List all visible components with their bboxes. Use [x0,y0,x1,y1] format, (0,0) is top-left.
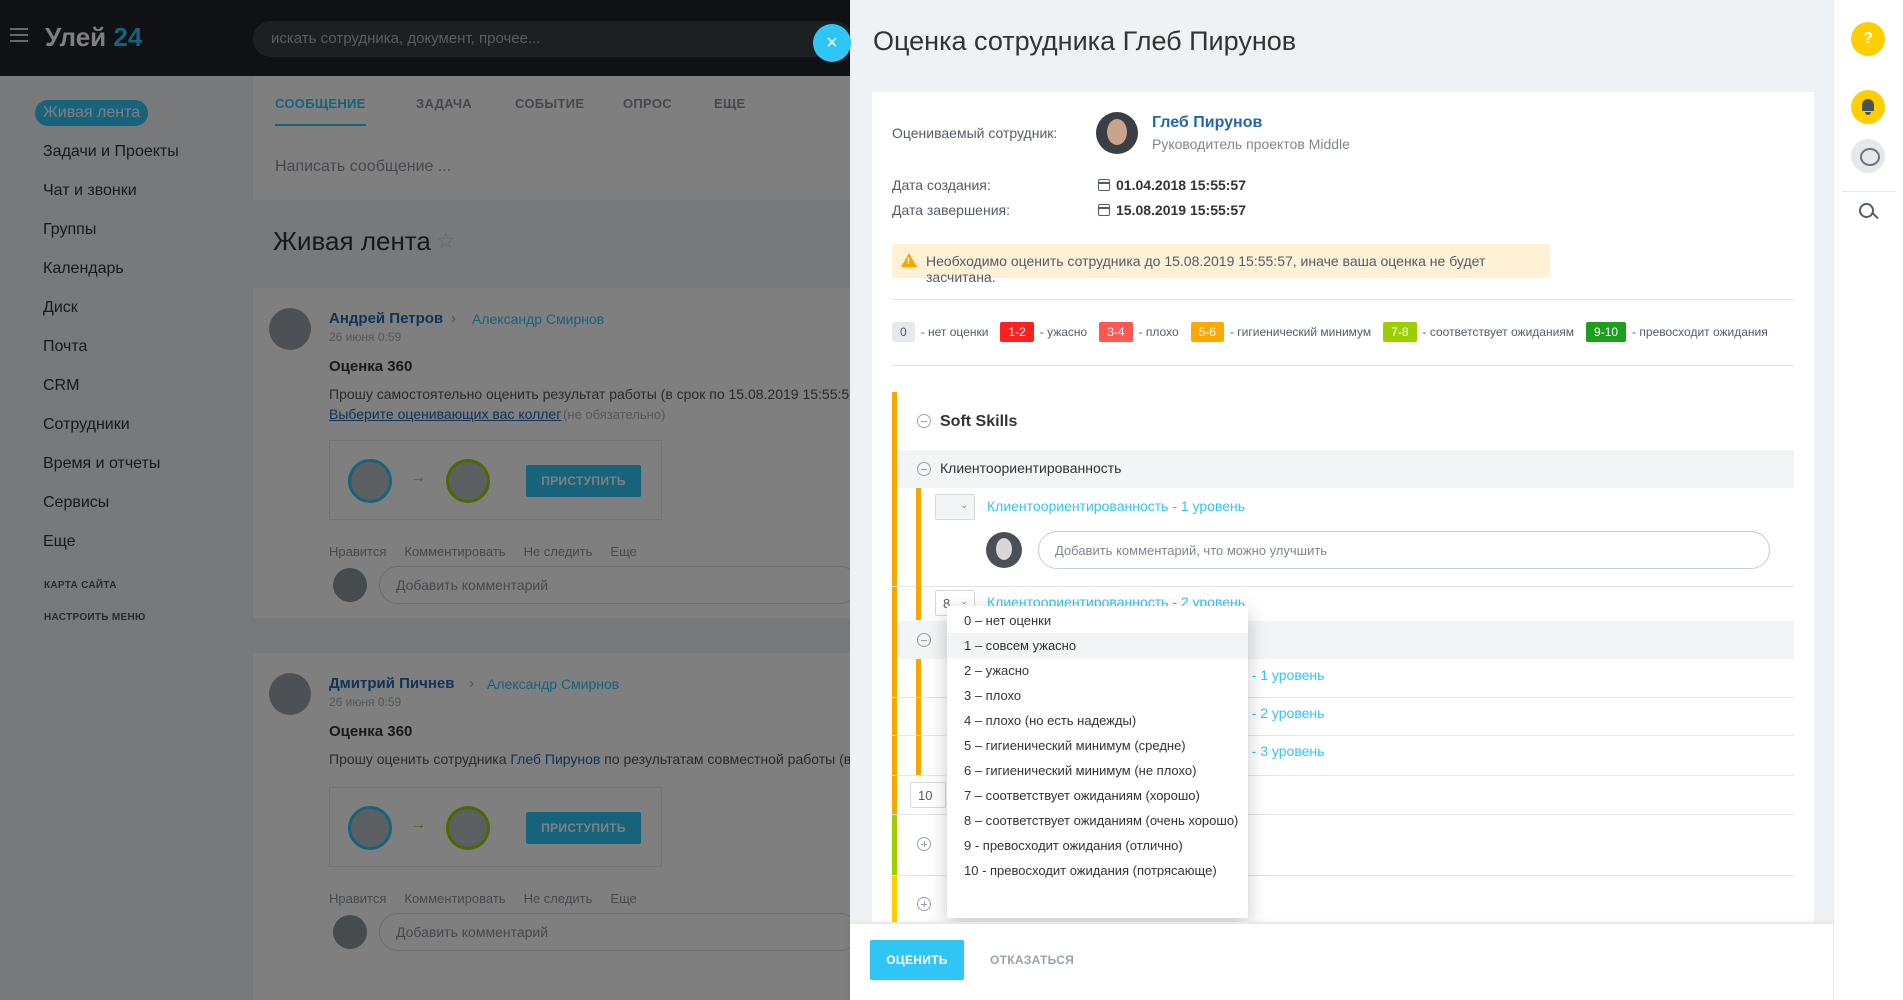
finished-label: Дата завершения: [892,202,1010,218]
score-badge: 7-8 [1383,322,1417,342]
dropdown-option[interactable]: 9 - превосходит ожидания (отлично) [947,833,1248,858]
score-badge-label: - гигиенический минимум [1229,325,1372,339]
dropdown-option[interactable]: 2 – ужасно [947,658,1248,683]
dropdown-option[interactable]: 3 – плохо [947,683,1248,708]
item-indicator [916,659,921,775]
overlay-dim[interactable] [0,0,850,1000]
score-select[interactable]: ⌄ [935,494,975,520]
score-legend: 0 - нет оценки 1-2 - ужасно 3-4 - плохо 5-6 - г… [892,322,1780,346]
evaluation-slider: × Оценка сотрудника Глеб Пирунов Оценива… [813,0,1833,1000]
evaluation-card-panel: Оцениваемый сотрудник: Глеб Пирунов Руко… [872,92,1814,922]
score-badge-label: - превосходит ожидания [1632,325,1768,339]
dropdown-option[interactable]: 1 – совсем ужасно [947,633,1248,658]
chevron-down-icon: ⌄ [960,500,968,510]
item-indicator [916,586,921,620]
deadline-warning: ! Необходимо оценить сотрудника до 15.08… [892,244,1550,285]
score-badge-label: - нет оценки [920,325,989,339]
slider-footer: ОЦЕНИТЬ ОТКАЗАТЬСЯ [850,924,1833,1000]
dropdown-option[interactable]: 0 – нет оценки [947,608,1248,633]
score-badge-label: - плохо [1138,325,1179,339]
right-rail: ? [1833,0,1903,1000]
collapse-icon[interactable] [917,462,931,476]
skill-item-link[interactable]: е - 2 уровень [1240,705,1324,721]
subsection-title: Клиентоориентированность [940,460,1122,476]
employee-name[interactable]: Глеб Пирунов [1152,114,1262,132]
created-value: 01.04.2018 15:55:57 [1116,177,1246,193]
employee-position: Руководитель проектов Middle [1152,136,1350,152]
section-title: Soft Skills [940,413,1018,430]
background-app: Улей 24 искать сотрудника, документ, про… [0,0,850,1000]
calendar-icon [1098,204,1110,216]
expand-icon[interactable] [917,837,931,851]
score-badge-label: - соответствует ожиданиям [1422,325,1575,339]
finished-value: 15.08.2019 15:55:57 [1116,202,1246,218]
divider [892,299,1794,300]
item-indicator [916,488,921,586]
score-select[interactable]: 10 [910,782,946,808]
divider [1842,191,1896,192]
skill-item-link[interactable]: е - 3 уровень [1240,743,1324,759]
improvement-comment-input[interactable]: Добавить комментарий, что можно улучшить [1038,531,1770,569]
expand-icon[interactable] [917,897,931,911]
collapse-icon[interactable] [917,633,931,647]
score-badge: 0 [892,322,915,342]
divider [892,586,1794,587]
avatar [986,532,1022,568]
skill-item-link[interactable]: Клиентоориентированность - 1 уровень [987,498,1245,514]
divider [892,365,1794,366]
employee-avatar[interactable] [1096,112,1138,154]
collapse-icon[interactable] [917,414,931,428]
created-label: Дата создания: [892,177,991,193]
slider-title: Оценка сотрудника Глеб Пирунов [873,26,1297,56]
decline-button[interactable]: ОТКАЗАТЬСЯ [990,940,1074,980]
score-badge: 5-6 [1190,322,1224,342]
score-badge: 3-4 [1099,322,1133,342]
dropdown-option[interactable]: 5 – гигиенический минимум (средне) [947,733,1248,758]
warning-text: Необходимо оценить сотрудника до 15.08.2… [926,253,1486,285]
score-badge: 1-2 [1000,322,1034,342]
skill-item-link[interactable]: е - 1 уровень [1240,667,1324,683]
dropdown-option[interactable]: 10 - превосходит ожидания (потрясающе) [947,858,1248,883]
score-badge-label: - ужасно [1039,325,1088,339]
rate-button[interactable]: ОЦЕНИТЬ [870,940,964,980]
calendar-icon [1098,179,1110,191]
dropdown-option[interactable]: 7 – соответствует ожиданиям (хорошо) [947,783,1248,808]
warning-icon: ! [901,253,917,267]
employee-label: Оцениваемый сотрудник: [892,125,1058,141]
dropdown-option[interactable]: 4 – плохо (но есть надежды) [947,708,1248,733]
score-dropdown: 0 – нет оценки 1 – совсем ужасно 2 – ужасн… [947,606,1248,918]
chat-icon[interactable] [1851,139,1885,173]
close-icon[interactable]: × [813,24,851,62]
dropdown-option[interactable]: 6 – гигиенический минимум (не плохо) [947,758,1248,783]
help-icon[interactable]: ? [1851,22,1885,56]
dropdown-option[interactable]: 8 – соответствует ожиданиям (очень хорош… [947,808,1248,833]
search-icon[interactable] [1851,195,1885,229]
bell-icon[interactable] [1851,90,1885,124]
score-badge: 9-10 [1586,322,1627,342]
